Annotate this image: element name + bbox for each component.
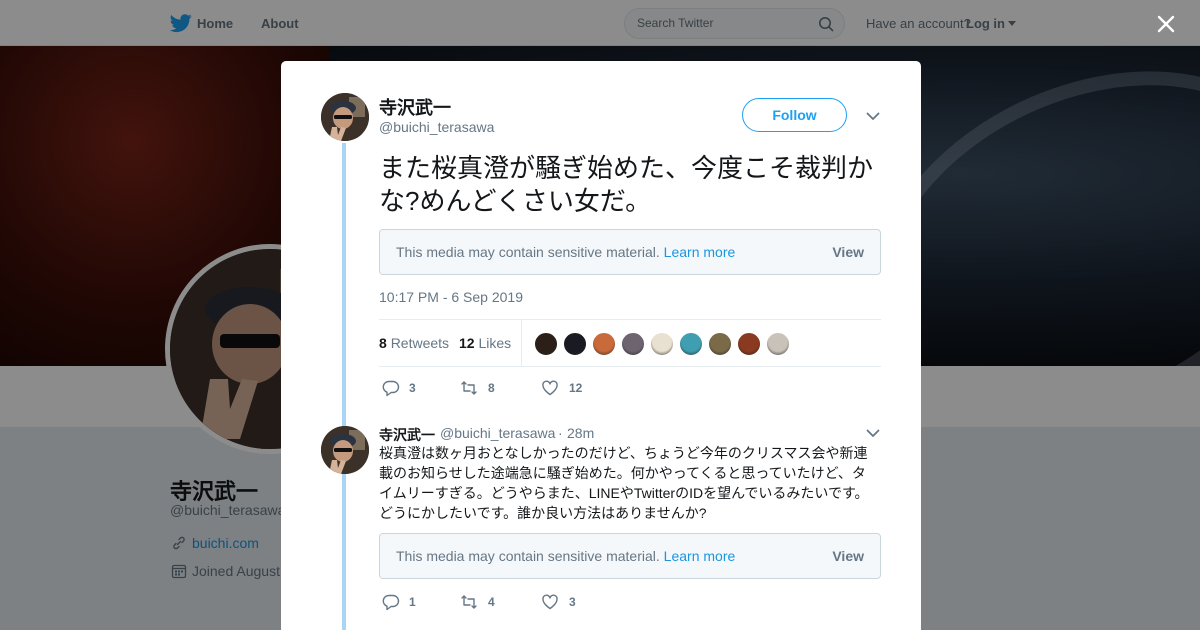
sensitive-message-text: This media may contain sensitive materia… [396,244,660,260]
reply-sensitive-message-text: This media may contain sensitive materia… [396,548,660,564]
view-media-button[interactable]: View [832,244,864,260]
reply-like-count: 3 [569,595,576,609]
retweets-stat-count: 8 [379,335,387,351]
reply-sensitive-media-notice: This media may contain sensitive materia… [379,533,881,579]
tweet-author-avatar[interactable] [321,93,369,141]
reply-like-icon[interactable] [541,593,559,611]
tweet-author-handle[interactable]: @buichi_terasawa [379,119,494,135]
reply-text: 桜真澄は数ヶ月おとなしかったのだけど、ちょうど今年のクリスマス会や新連載のお知ら… [379,445,869,521]
reply-author-name[interactable]: 寺沢武一 [379,425,435,445]
reply-retweet-icon[interactable] [460,593,478,611]
retweets-stat[interactable]: 8 Retweets [379,335,449,351]
likes-stat[interactable]: 12 Likes [459,335,511,351]
likes-stat-label: Likes [478,335,512,351]
reply-reply-icon[interactable] [382,593,400,611]
thread-connector-line [342,143,346,630]
reply-view-media-button[interactable]: View [832,548,864,564]
liker-avatar[interactable] [766,332,790,356]
like-count: 12 [569,381,583,395]
reply-author-handle[interactable]: @buichi_terasawa [440,425,555,441]
liker-avatar[interactable] [621,332,645,356]
reply-sensitive-message: This media may contain sensitive materia… [396,548,735,564]
liker-avatar[interactable] [650,332,674,356]
close-icon[interactable] [1156,14,1176,34]
reply-author-avatar[interactable] [321,426,369,474]
follow-button[interactable]: Follow [742,98,847,132]
learn-more-link[interactable]: Learn more [664,244,736,260]
tweet-text: また桜真澄が騒ぎ始めた、今度こそ裁判かな?めんどくさい女だ。 [379,153,874,216]
likes-stat-count: 12 [459,335,475,351]
reply-chevron-down-icon[interactable] [866,429,880,438]
like-icon[interactable] [541,379,559,397]
tweet-author-name[interactable]: 寺沢武一 [379,94,451,120]
tweet-stats: 8 Retweets 12 Likes [379,319,881,367]
reply-icon[interactable] [382,379,400,397]
liker-avatar[interactable] [563,332,587,356]
reply-count: 3 [409,381,416,395]
reply-separator: · [558,425,563,441]
tweet-timestamp[interactable]: 10:17 PM - 6 Sep 2019 [379,289,523,305]
retweet-count: 8 [488,381,495,395]
stats-divider [521,320,522,367]
liker-avatar[interactable] [708,332,732,356]
sensitive-media-notice: This media may contain sensitive materia… [379,229,881,275]
reply-reply-count: 1 [409,595,416,609]
chevron-down-icon[interactable] [866,112,880,121]
liker-avatar[interactable] [592,332,616,356]
retweet-icon[interactable] [460,379,478,397]
reply-learn-more-link[interactable]: Learn more [664,548,736,564]
retweets-stat-label: Retweets [390,335,450,351]
sensitive-message: This media may contain sensitive materia… [396,244,735,260]
liker-avatar[interactable] [737,332,761,356]
liker-avatar[interactable] [679,332,703,356]
reply-retweet-count: 4 [488,595,495,609]
liker-avatar[interactable] [534,332,558,356]
reply-timestamp[interactable]: 28m [567,425,594,441]
